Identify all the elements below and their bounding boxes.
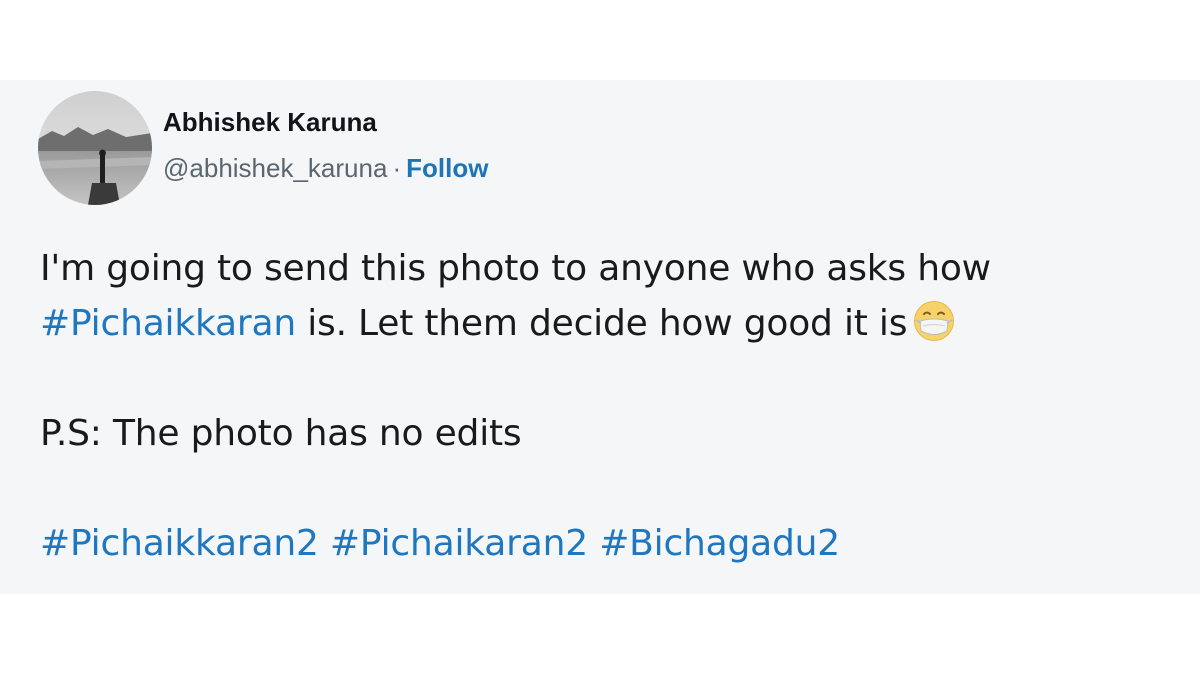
avatar[interactable] bbox=[38, 91, 152, 205]
tweet-text-ps: P.S: The photo has no edits bbox=[40, 413, 522, 454]
face-with-medical-mask-icon bbox=[914, 301, 955, 341]
tweet-text-line-2: #Pichaikkaran is. Let them decide how go… bbox=[40, 296, 1180, 351]
hashtag-link-pichaikkaran2[interactable]: #Pichaikkaran2 bbox=[40, 523, 319, 564]
user-handle[interactable]: @abhishek_karuna bbox=[163, 153, 387, 183]
author-block: Abhishek Karuna @abhishek_karuna · Follow bbox=[163, 106, 488, 184]
tweet-text-line-1: I'm going to send this photo to anyone w… bbox=[40, 248, 991, 289]
display-name[interactable]: Abhishek Karuna bbox=[163, 106, 488, 138]
hashtag-link-pichaikaran2[interactable]: #Pichaikaran2 bbox=[330, 523, 588, 564]
tweet-text: I'm going to send this photo to anyone w… bbox=[40, 241, 1180, 571]
hashtag-row: #Pichaikkaran2 #Pichaikaran2 #Bichagadu2 bbox=[40, 516, 1180, 571]
handle-row: @abhishek_karuna · Follow bbox=[163, 152, 488, 184]
hashtag-link-bichagadu2[interactable]: #Bichagadu2 bbox=[599, 523, 840, 564]
screenshot-canvas: Abhishek Karuna @abhishek_karuna · Follow … bbox=[0, 0, 1200, 675]
tweet-header: Abhishek Karuna @abhishek_karuna · Follow bbox=[38, 91, 488, 205]
follow-button[interactable]: Follow bbox=[406, 153, 488, 183]
tweet-text-line-2-rest: is. Let them decide how good it is bbox=[295, 303, 908, 344]
hashtag-link-pichaikkaran[interactable]: #Pichaikkaran bbox=[40, 303, 296, 344]
tweet-card: Abhishek Karuna @abhishek_karuna · Follow … bbox=[0, 80, 1200, 594]
separator-dot: · bbox=[392, 153, 402, 183]
